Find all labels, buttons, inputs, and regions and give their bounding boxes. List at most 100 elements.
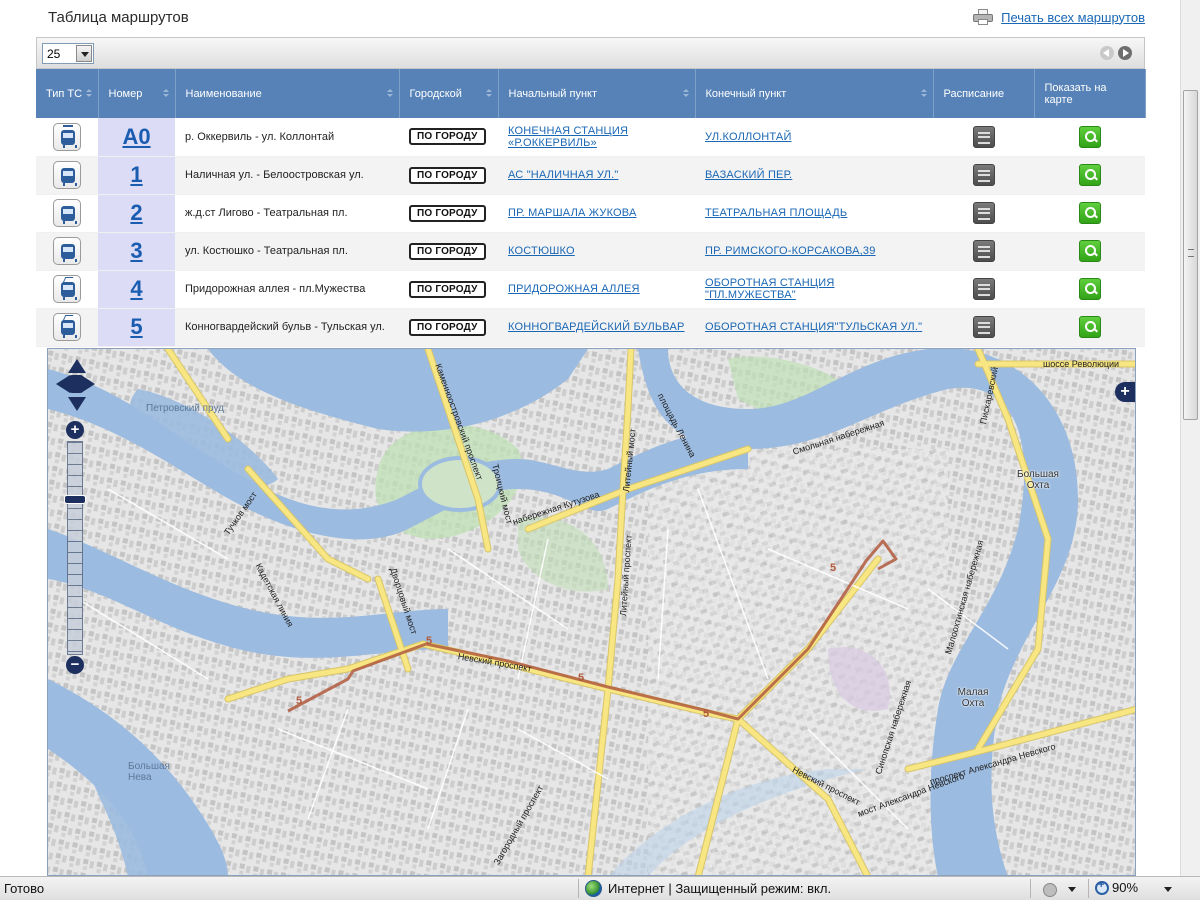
map-label-shosse: шоссе Революции — [1043, 359, 1120, 369]
column-header-schedule: Расписание — [933, 69, 1035, 118]
bus-icon — [53, 237, 81, 265]
column-header-name[interactable]: Наименование — [175, 69, 400, 118]
end-point-link[interactable]: ОБОРОТНАЯ СТАНЦИЯ"ТУЛЬСКАЯ УЛ." — [705, 321, 922, 333]
scrollbar-thumb[interactable] — [1183, 90, 1198, 420]
end-point-link[interactable]: ВАЗАСКИЙ ПЕР. — [705, 169, 792, 181]
route-number-link[interactable]: 1 — [130, 162, 142, 187]
map-label-bolshaya-okhta: Большая Охта — [1017, 469, 1059, 491]
route-number-link[interactable]: 3 — [130, 238, 142, 263]
zoom-in-icon[interactable]: + — [66, 421, 84, 439]
show-on-map-icon[interactable] — [1078, 164, 1101, 186]
tram-icon — [53, 122, 81, 151]
route-marker: 5 — [830, 562, 836, 574]
sort-icon[interactable] — [386, 89, 393, 98]
zoom-slider[interactable] — [67, 441, 83, 655]
end-point-link[interactable]: УЛ.КОЛЛОНТАЙ — [705, 131, 792, 143]
routes-table: Тип ТС Номер Наименование Городской Нача… — [36, 69, 1146, 347]
show-on-map-icon[interactable] — [1078, 316, 1101, 338]
column-header-number[interactable]: Номер — [98, 69, 176, 118]
sort-icon[interactable] — [162, 89, 169, 98]
start-point-link[interactable]: КОННОГВАРДЕЙСКИЙ БУЛЬВАР — [508, 321, 685, 333]
route-name: ул. Костюшко - Театральная пл. — [175, 232, 399, 271]
bus-icon — [53, 161, 81, 189]
route-number-link[interactable]: 5 — [130, 314, 142, 339]
globe-icon — [585, 880, 602, 897]
page-size-value: 25 — [47, 47, 61, 61]
city-badge: ПО ГОРОДУ — [409, 166, 486, 184]
printer-icon[interactable] — [973, 9, 994, 25]
route-number-link[interactable]: 2 — [130, 200, 142, 225]
route-marker: 5 — [578, 672, 584, 684]
route-number-link[interactable]: А0 — [122, 124, 150, 149]
zoom-slider-thumb[interactable] — [64, 495, 86, 504]
chevron-down-icon[interactable] — [1068, 887, 1076, 892]
column-header-type[interactable]: Тип ТС — [36, 69, 99, 118]
route-marker: 5 — [703, 708, 709, 720]
page-size-select[interactable]: 25 — [42, 43, 94, 64]
city-badge: ПО ГОРОДУ — [409, 280, 486, 298]
status-text: Готово — [4, 881, 45, 896]
map-canvas[interactable]: 5 5 5 5 5 — [48, 349, 1136, 876]
sort-icon[interactable] — [920, 89, 927, 98]
start-point-link[interactable]: КОНЕЧНАЯ СТАНЦИЯ «Р.ОККЕРВИЛЬ» — [508, 125, 628, 149]
sort-icon[interactable] — [485, 89, 492, 98]
pager-bar: 25 — [36, 37, 1145, 69]
page-title: Таблица маршрутов — [48, 9, 189, 26]
table-row: 5 Конногвардейский бульв - Тульская ул. … — [36, 308, 1145, 347]
column-header-end[interactable]: Конечный пункт — [695, 69, 934, 118]
route-number-link[interactable]: 4 — [130, 276, 142, 301]
protected-mode-icon[interactable] — [1040, 880, 1060, 897]
schedule-icon[interactable] — [972, 278, 995, 300]
schedule-icon[interactable] — [972, 316, 995, 338]
city-badge: ПО ГОРОДУ — [409, 204, 486, 222]
show-on-map-icon[interactable] — [1078, 125, 1101, 148]
schedule-icon[interactable] — [972, 164, 995, 186]
browser-viewport: Таблица маршрутов Печать всех маршрутов … — [0, 0, 1180, 876]
column-header-show-on-map: Показать на карте — [1034, 69, 1146, 118]
route-marker: 5 — [426, 635, 432, 647]
print-all-routes[interactable]: Печать всех маршрутов — [973, 9, 1145, 25]
pan-right-icon[interactable] — [81, 375, 95, 393]
start-point-link[interactable]: КОСТЮШКО — [508, 245, 575, 257]
sort-icon[interactable] — [85, 89, 92, 98]
chevron-down-icon[interactable] — [1164, 887, 1172, 892]
map-label-bolshaya-neva: Большая Нева — [128, 761, 170, 783]
start-point-link[interactable]: ПРИДОРОЖНАЯ АЛЛЕЯ — [508, 283, 640, 295]
schedule-icon[interactable] — [972, 240, 995, 262]
sort-icon[interactable] — [682, 89, 689, 98]
end-point-link[interactable]: ОБОРОТНАЯ СТАНЦИЯ "ПЛ.МУЖЕСТВА" — [705, 277, 834, 301]
map-pan-control[interactable] — [56, 359, 96, 411]
show-on-map-icon[interactable] — [1078, 240, 1101, 262]
zoom-out-icon[interactable]: − — [66, 656, 84, 674]
pan-up-icon[interactable] — [68, 359, 86, 373]
route-name: Придорожная аллея - пл.Мужества — [175, 270, 399, 309]
zoom-level[interactable]: 90% — [1095, 879, 1138, 895]
pan-down-icon[interactable] — [68, 397, 86, 411]
table-row: 3 ул. Костюшко - Театральная пл. ПО ГОРО… — [36, 232, 1145, 271]
vertical-scrollbar[interactable] — [1180, 0, 1200, 876]
bus-icon — [53, 199, 81, 227]
security-zone[interactable]: Интернет | Защищенный режим: вкл. — [585, 880, 831, 897]
table-row: 1 Наличная ул. - Белоостровская ул. ПО Г… — [36, 156, 1145, 195]
route-map[interactable]: 5 5 5 5 5 Петровский пруд Большая Нева Б… — [47, 348, 1136, 876]
start-point-link[interactable]: АС "НАЛИЧНАЯ УЛ." — [508, 169, 618, 181]
table-row: А0 р. Оккервиль - ул. Коллонтай ПО ГОРОД… — [36, 118, 1145, 157]
route-name: Наличная ул. - Белоостровская ул. — [175, 156, 399, 195]
end-point-link[interactable]: ТЕАТРАЛЬНАЯ ПЛОЩАДЬ — [705, 207, 847, 219]
show-on-map-icon[interactable] — [1078, 202, 1101, 224]
table-row: 2 ж.д.ст Лигово - Театральная пл. ПО ГОР… — [36, 194, 1145, 233]
schedule-icon[interactable] — [972, 202, 995, 224]
print-all-routes-link[interactable]: Печать всех маршрутов — [1001, 10, 1145, 25]
show-on-map-icon[interactable] — [1078, 278, 1101, 300]
trolleybus-icon — [53, 275, 81, 303]
chevron-down-icon[interactable] — [76, 45, 92, 62]
next-page-icon[interactable] — [1118, 46, 1132, 60]
prev-page-icon[interactable] — [1100, 46, 1114, 60]
start-point-link[interactable]: ПР. МАРШАЛА ЖУКОВА — [508, 207, 637, 219]
column-header-city[interactable]: Городской — [399, 69, 499, 118]
schedule-icon[interactable] — [972, 125, 995, 148]
end-point-link[interactable]: ПР. РИМСКОГО-КОРСАКОВА,39 — [705, 245, 876, 257]
route-name: Конногвардейский бульв - Тульская ул. — [175, 308, 399, 347]
column-header-start[interactable]: Начальный пункт — [498, 69, 696, 118]
layer-switcher-icon[interactable]: + — [1115, 382, 1135, 402]
